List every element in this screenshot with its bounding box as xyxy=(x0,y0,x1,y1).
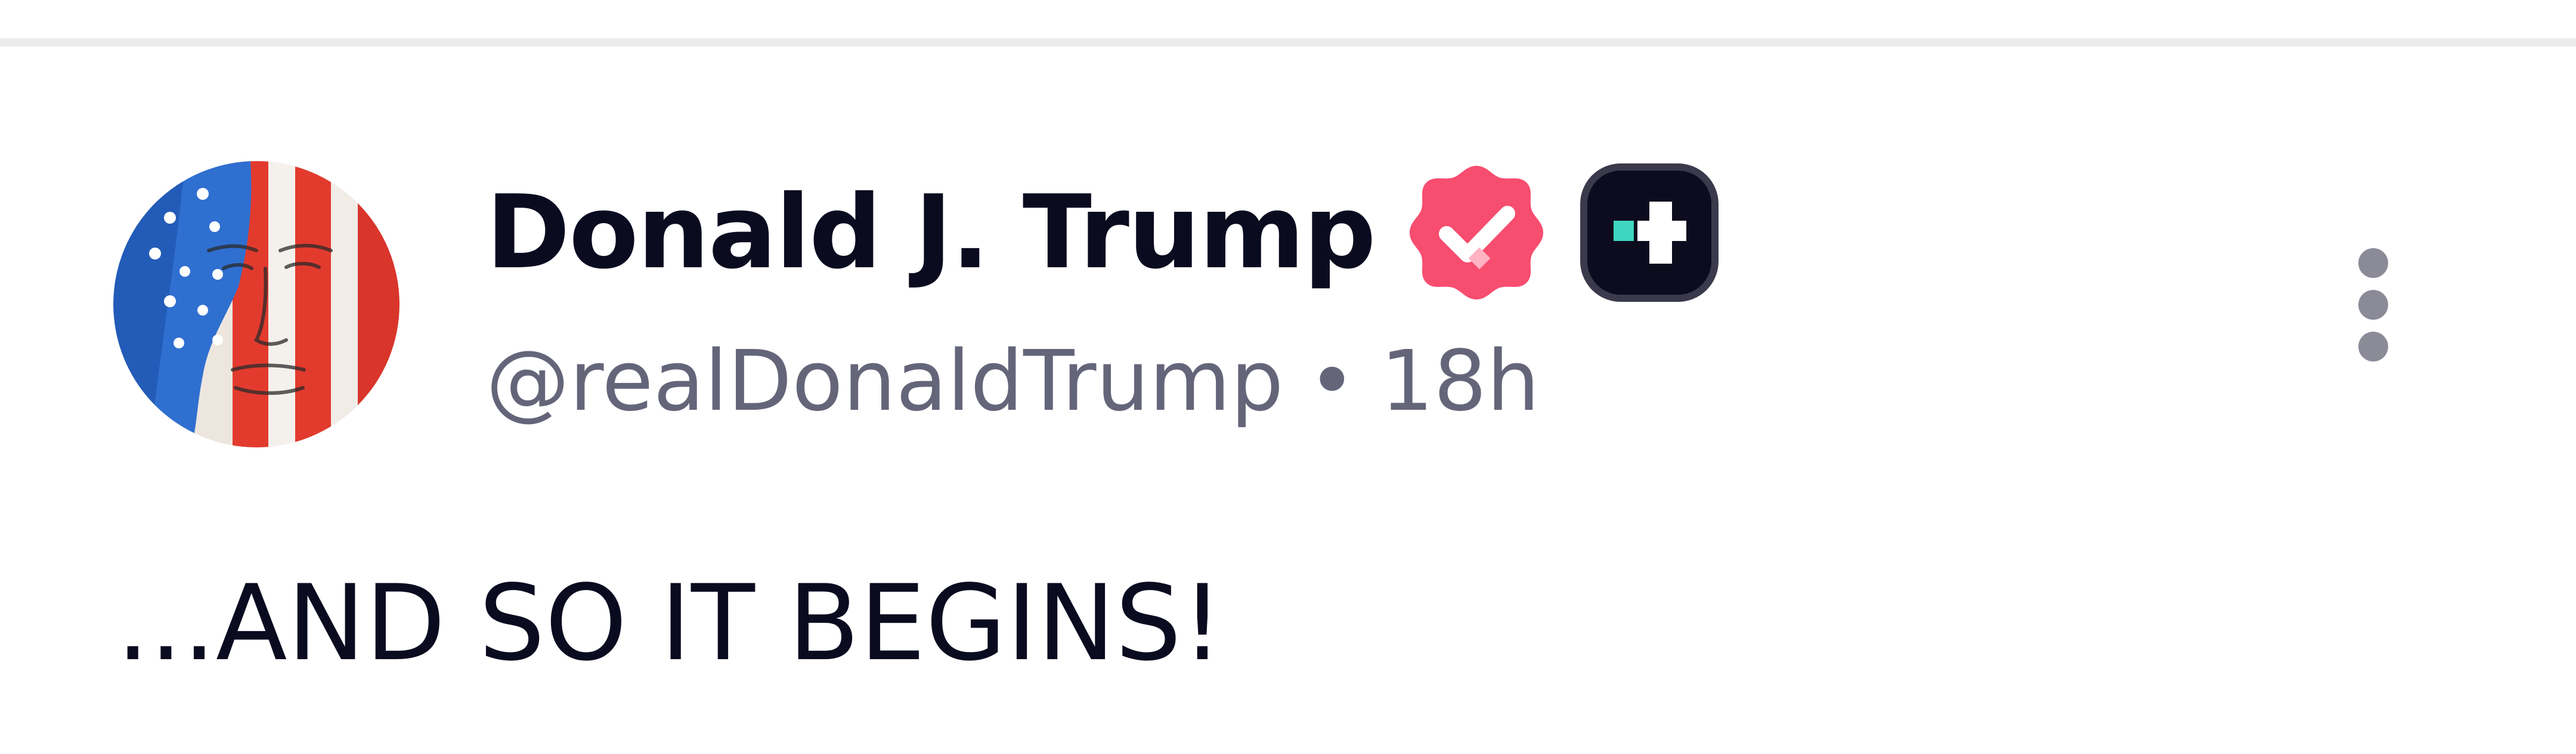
verified-check-icon xyxy=(1405,161,1548,304)
post-card: Donald J. Trump @realDonaldTrump • 18h .… xyxy=(0,0,2576,754)
author-meta-row: @realDonaldTrump • 18h xyxy=(486,331,1540,432)
plus-icon xyxy=(1578,161,1721,304)
post-body-text: ...AND SO IT BEGINS! xyxy=(116,563,1224,684)
meta-separator: • xyxy=(1307,333,1357,430)
avatar-image xyxy=(113,161,400,447)
avatar[interactable] xyxy=(113,161,400,447)
author-display-name[interactable]: Donald J. Trump xyxy=(486,182,1376,283)
top-divider xyxy=(0,38,2576,47)
post-timestamp[interactable]: 18h xyxy=(1380,340,1540,424)
author-name-row: Donald J. Trump xyxy=(486,155,1721,310)
more-vertical-icon xyxy=(2358,248,2388,361)
more-options-button[interactable] xyxy=(2337,242,2409,373)
author-handle[interactable]: @realDonaldTrump xyxy=(486,340,1284,424)
